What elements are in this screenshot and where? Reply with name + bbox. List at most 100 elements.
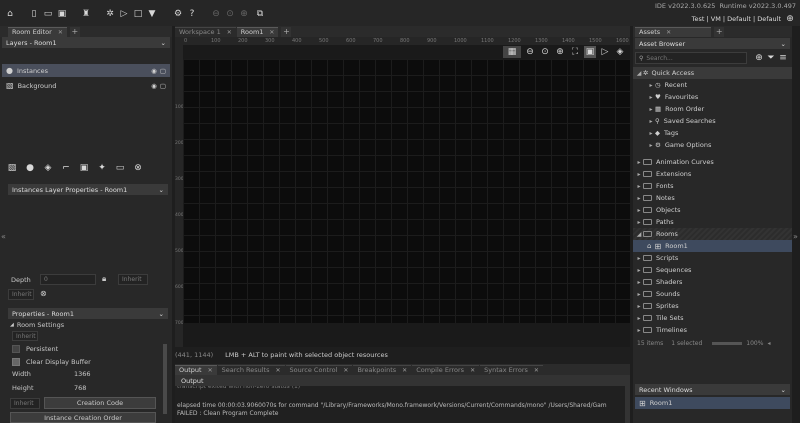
expand-triangle-icon[interactable]: ▸ (635, 159, 643, 166)
persistent-checkbox-row[interactable]: Persistent (12, 345, 58, 353)
add-tab-icon[interactable]: + (714, 26, 725, 37)
room-grid[interactable] (183, 59, 630, 323)
instance-creation-order-button[interactable]: Instance Creation Order (10, 412, 156, 423)
zoom-in-icon[interactable]: ⊕ (554, 46, 566, 58)
expand-triangle-icon[interactable]: ◢ (635, 70, 643, 77)
expand-triangle-icon[interactable]: ▸ (635, 303, 643, 310)
quick-item-game-options[interactable]: ▸ ⚙ Game Options (633, 139, 792, 151)
lock-icon[interactable]: ▢ (160, 82, 166, 90)
folder-paths[interactable]: ▸ Paths (633, 216, 792, 228)
close-icon[interactable]: ✕ (227, 29, 232, 36)
expand-triangle-icon[interactable]: ▸ (647, 94, 655, 101)
cancel-icon[interactable]: ⊗ (40, 289, 47, 298)
zoom-reset-icon[interactable]: ⊙ (539, 46, 551, 58)
add-tile-layer-icon[interactable]: ◈ (42, 162, 54, 174)
lock-icon[interactable]: ▢ (160, 67, 166, 75)
add-instance-layer-icon[interactable]: ● (24, 162, 36, 174)
lock-icon[interactable]: 🔒︎ (102, 274, 106, 284)
expand-triangle-icon[interactable]: ▸ (635, 255, 643, 262)
zoom-out-icon[interactable]: ⊖ (524, 46, 536, 58)
expand-triangle-icon[interactable]: ▸ (647, 118, 655, 125)
room1-tab[interactable]: Room1 ✕ (236, 26, 279, 37)
clear-display-checkbox[interactable] (12, 358, 20, 366)
room-settings-section[interactable]: ◢ Room Settings (10, 321, 64, 329)
width-value[interactable]: 1366 (74, 370, 91, 378)
delete-layer-icon[interactable]: ⊗ (132, 162, 144, 174)
expand-triangle-icon[interactable]: ▸ (635, 267, 643, 274)
zoom-out-icon[interactable]: ⊖ (210, 8, 222, 20)
output-scrollbar[interactable] (625, 386, 630, 423)
add-background-layer-icon[interactable]: ▧ (6, 162, 18, 174)
target-icon[interactable]: ⊕ (784, 13, 796, 25)
properties-header[interactable]: Properties - Room1 ⌄ (8, 308, 168, 319)
expand-triangle-icon[interactable]: ▸ (635, 183, 643, 190)
height-value[interactable]: 768 (74, 384, 86, 392)
folder-sequences[interactable]: ▸ Sequences (633, 264, 792, 276)
layer-inherit-button[interactable]: Inherit (8, 289, 34, 300)
home-icon[interactable]: ⌂ (4, 8, 16, 20)
asset-browser-header[interactable]: Asset Browser ⌄ (635, 38, 790, 49)
close-icon[interactable]: ✕ (269, 29, 274, 36)
close-icon[interactable]: ✕ (58, 29, 63, 36)
quick-item-tags[interactable]: ▸ ◆ Tags (633, 127, 792, 139)
target-config[interactable]: Test | VM | Default | Default ⊕ (692, 13, 796, 25)
quick-item-favourites[interactable]: ▸ ♥ Favourites (633, 91, 792, 103)
creation-code-button[interactable]: Creation Code (44, 397, 156, 409)
folder-shaders[interactable]: ▸ Shaders (633, 276, 792, 288)
expand-triangle-icon[interactable]: ▸ (647, 130, 655, 137)
zoom-label[interactable]: 100% (746, 340, 763, 347)
add-folder-icon[interactable]: ▭ (114, 162, 126, 174)
expand-triangle-icon[interactable]: ▸ (647, 106, 655, 113)
run-icon[interactable]: ▷ (118, 8, 130, 20)
layers-icon[interactable]: ◈ (614, 46, 626, 58)
properties-scrollbar[interactable] (163, 344, 167, 414)
recent-windows-header[interactable]: Recent Windows ⌄ (635, 384, 790, 395)
folder-timelines[interactable]: ▸ Timelines (633, 324, 792, 336)
close-icon[interactable]: ✕ (276, 367, 281, 374)
eye-icon[interactable]: ◉ (151, 82, 157, 90)
grid-toggle-icon[interactable]: ▦ (503, 46, 521, 58)
close-icon[interactable]: ✕ (208, 367, 213, 374)
add-effect-layer-icon[interactable]: ✦ (96, 162, 108, 174)
source-control-tab[interactable]: Source Control ✕ (285, 364, 353, 375)
search-results-tab[interactable]: Search Results ✕ (217, 364, 285, 375)
menu-icon[interactable]: ≡ (777, 52, 789, 64)
quick-item-saved-searches[interactable]: ▸ ⚲ Saved Searches (633, 115, 792, 127)
folder-objects[interactable]: ▸ Objects (633, 204, 792, 216)
folder-notes[interactable]: ▸ Notes (633, 192, 792, 204)
clear-display-checkbox-row[interactable]: Clear Display Buffer (12, 358, 91, 366)
expand-triangle-icon[interactable]: ▸ (635, 315, 643, 322)
expand-triangle-icon[interactable]: ▸ (635, 195, 643, 202)
compile-errors-tab[interactable]: Compile Errors ✕ (412, 364, 480, 375)
output-tab[interactable]: Output ✕ (175, 364, 217, 375)
add-tab-icon[interactable]: + (69, 26, 80, 37)
layer-properties-header[interactable]: Instances Layer Properties - Room1 ⌄ (8, 184, 168, 195)
expand-triangle-icon[interactable]: ▸ (647, 82, 655, 89)
layers-header[interactable]: Layers - Room1 ⌄ (2, 37, 170, 48)
zoom-in-icon[interactable]: ⊕ (238, 8, 250, 20)
expand-triangle-icon[interactable]: ▸ (635, 219, 643, 226)
persistent-checkbox[interactable] (12, 345, 20, 353)
code-inherit-button[interactable]: Inherit (10, 398, 40, 409)
chevron-down-icon[interactable]: ⌄ (781, 40, 786, 48)
zoom-reset-icon[interactable]: ⊙ (224, 8, 236, 20)
chevron-down-icon[interactable]: ⌄ (781, 386, 786, 394)
add-path-layer-icon[interactable]: ⌐ (60, 162, 72, 174)
settings-icon[interactable]: ⚙ (172, 8, 184, 20)
new-file-icon[interactable]: ▯ (28, 8, 40, 20)
recent-window-room1[interactable]: ⊞ Room1 (635, 397, 790, 409)
collapse-right-icon[interactable]: » (793, 232, 798, 241)
expand-triangle-icon[interactable]: ▸ (647, 142, 655, 149)
close-icon[interactable]: ✕ (666, 29, 671, 36)
folder-rooms[interactable]: ◢ Rooms (633, 228, 792, 240)
add-asset-icon[interactable]: ⊕ (753, 52, 765, 64)
collapse-left-icon[interactable]: « (1, 232, 6, 241)
play-icon[interactable]: ▷ (599, 46, 611, 58)
folder-sounds[interactable]: ▸ Sounds (633, 288, 792, 300)
clean-icon[interactable]: ♜ (80, 8, 92, 20)
open-folder-icon[interactable]: ▭ (42, 8, 54, 20)
build-icon[interactable]: ▼ (146, 8, 158, 20)
add-workspace-icon[interactable]: + (281, 26, 292, 37)
eye-icon[interactable]: ◉ (151, 67, 157, 75)
chevron-down-icon[interactable]: ⌄ (159, 186, 164, 194)
